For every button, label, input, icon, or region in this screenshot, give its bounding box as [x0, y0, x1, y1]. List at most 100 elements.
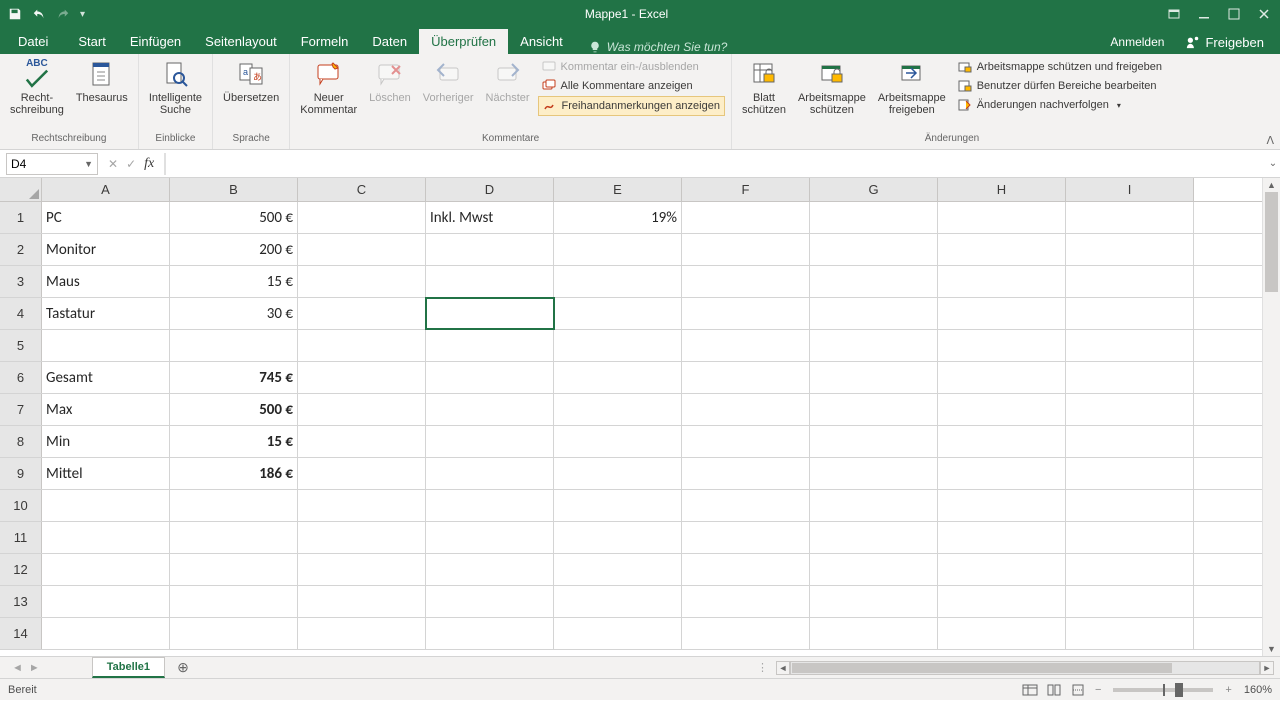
row-header[interactable]: 14 [0, 618, 42, 649]
cell[interactable] [42, 554, 170, 585]
cell[interactable] [298, 554, 426, 585]
insert-function-icon[interactable]: fx [144, 156, 154, 172]
translate-button[interactable]: aあ Übersetzen [219, 56, 283, 106]
cell[interactable] [298, 266, 426, 297]
cell[interactable]: 500 € [170, 202, 298, 233]
cell[interactable] [938, 426, 1066, 457]
formula-input[interactable] [165, 153, 1266, 175]
cell[interactable] [426, 298, 554, 329]
row-header[interactable]: 6 [0, 362, 42, 393]
name-box-dropdown-icon[interactable]: ▼ [84, 159, 93, 169]
cell[interactable] [298, 458, 426, 489]
cell[interactable] [810, 298, 938, 329]
column-header[interactable]: G [810, 178, 938, 201]
track-changes-button[interactable]: Änderungen nachverfolgen▾ [954, 96, 1166, 114]
row-header[interactable]: 13 [0, 586, 42, 617]
smart-lookup-button[interactable]: Intelligente Suche [145, 56, 206, 118]
cell[interactable] [426, 426, 554, 457]
cell[interactable] [298, 330, 426, 361]
cell[interactable] [1066, 266, 1194, 297]
cell[interactable] [810, 234, 938, 265]
redo-icon[interactable] [56, 7, 70, 21]
name-box[interactable]: D4 ▼ [6, 153, 98, 175]
cell[interactable] [298, 202, 426, 233]
row-header[interactable]: 2 [0, 234, 42, 265]
cell[interactable] [554, 362, 682, 393]
cell[interactable] [170, 330, 298, 361]
cell[interactable] [554, 426, 682, 457]
normal-view-icon[interactable] [1019, 682, 1041, 698]
tab-file[interactable]: Datei [0, 29, 66, 54]
cell[interactable] [554, 330, 682, 361]
close-icon[interactable] [1258, 8, 1270, 20]
column-header[interactable]: B [170, 178, 298, 201]
cell[interactable] [938, 330, 1066, 361]
cell[interactable]: 500 € [170, 394, 298, 425]
cell[interactable] [682, 298, 810, 329]
hscroll-thumb[interactable] [792, 663, 1172, 673]
sheet-nav-next-icon[interactable]: ► [29, 662, 40, 674]
column-header[interactable]: I [1066, 178, 1194, 201]
cell[interactable] [426, 618, 554, 649]
share-button[interactable]: Freigeben [1176, 32, 1274, 53]
cell[interactable] [42, 522, 170, 553]
cell[interactable] [682, 618, 810, 649]
tell-me-search[interactable]: Was möchten Sie tun? [575, 40, 1103, 54]
cell[interactable] [682, 394, 810, 425]
cell[interactable] [810, 586, 938, 617]
cell[interactable] [810, 618, 938, 649]
cell[interactable]: 186 € [170, 458, 298, 489]
hscroll-left-icon[interactable]: ◄ [776, 661, 790, 675]
cell[interactable] [298, 618, 426, 649]
cell[interactable] [810, 330, 938, 361]
qat-customize-icon[interactable]: ▾ [80, 9, 85, 20]
cell[interactable] [1066, 522, 1194, 553]
cell[interactable] [1066, 394, 1194, 425]
cell[interactable] [1066, 330, 1194, 361]
ribbon-display-icon[interactable] [1168, 8, 1180, 20]
signin-link[interactable]: Anmelden [1102, 30, 1172, 54]
tab-start[interactable]: Start [66, 29, 117, 54]
cell[interactable] [938, 362, 1066, 393]
cell[interactable] [426, 330, 554, 361]
cell[interactable] [170, 522, 298, 553]
cell[interactable] [682, 522, 810, 553]
cell[interactable] [426, 266, 554, 297]
undo-icon[interactable] [32, 7, 46, 21]
cell[interactable] [810, 362, 938, 393]
cell[interactable] [1066, 490, 1194, 521]
show-ink-button[interactable]: Freihandanmerkungen anzeigen [538, 96, 725, 116]
zoom-level[interactable]: 160% [1244, 684, 1272, 696]
cell[interactable] [938, 266, 1066, 297]
scroll-thumb[interactable] [1265, 192, 1278, 292]
horizontal-scrollbar[interactable] [790, 661, 1260, 675]
cell[interactable] [810, 266, 938, 297]
row-header[interactable]: 4 [0, 298, 42, 329]
minimize-icon[interactable] [1198, 8, 1210, 20]
sheet-tab[interactable]: Tabelle1 [92, 657, 165, 678]
cell[interactable] [554, 586, 682, 617]
cell[interactable] [1066, 362, 1194, 393]
protect-share-button[interactable]: Arbeitsmappe schützen und freigeben [954, 58, 1166, 76]
cell[interactable] [426, 586, 554, 617]
page-break-view-icon[interactable] [1067, 682, 1089, 698]
cell[interactable]: Tastatur [42, 298, 170, 329]
cell[interactable] [426, 234, 554, 265]
protect-workbook-button[interactable]: Arbeitsmappe schützen [794, 56, 870, 118]
cell[interactable] [170, 586, 298, 617]
cell[interactable] [42, 490, 170, 521]
column-header[interactable]: C [298, 178, 426, 201]
cell[interactable] [938, 234, 1066, 265]
cell[interactable] [938, 522, 1066, 553]
cell[interactable] [554, 298, 682, 329]
cell[interactable] [554, 490, 682, 521]
column-header[interactable]: A [42, 178, 170, 201]
maximize-icon[interactable] [1228, 8, 1240, 20]
row-header[interactable]: 3 [0, 266, 42, 297]
cell[interactable] [1066, 554, 1194, 585]
cell[interactable] [810, 394, 938, 425]
tab-review[interactable]: Überprüfen [419, 29, 508, 54]
row-header[interactable]: 8 [0, 426, 42, 457]
cell[interactable] [938, 554, 1066, 585]
cell[interactable] [1066, 586, 1194, 617]
